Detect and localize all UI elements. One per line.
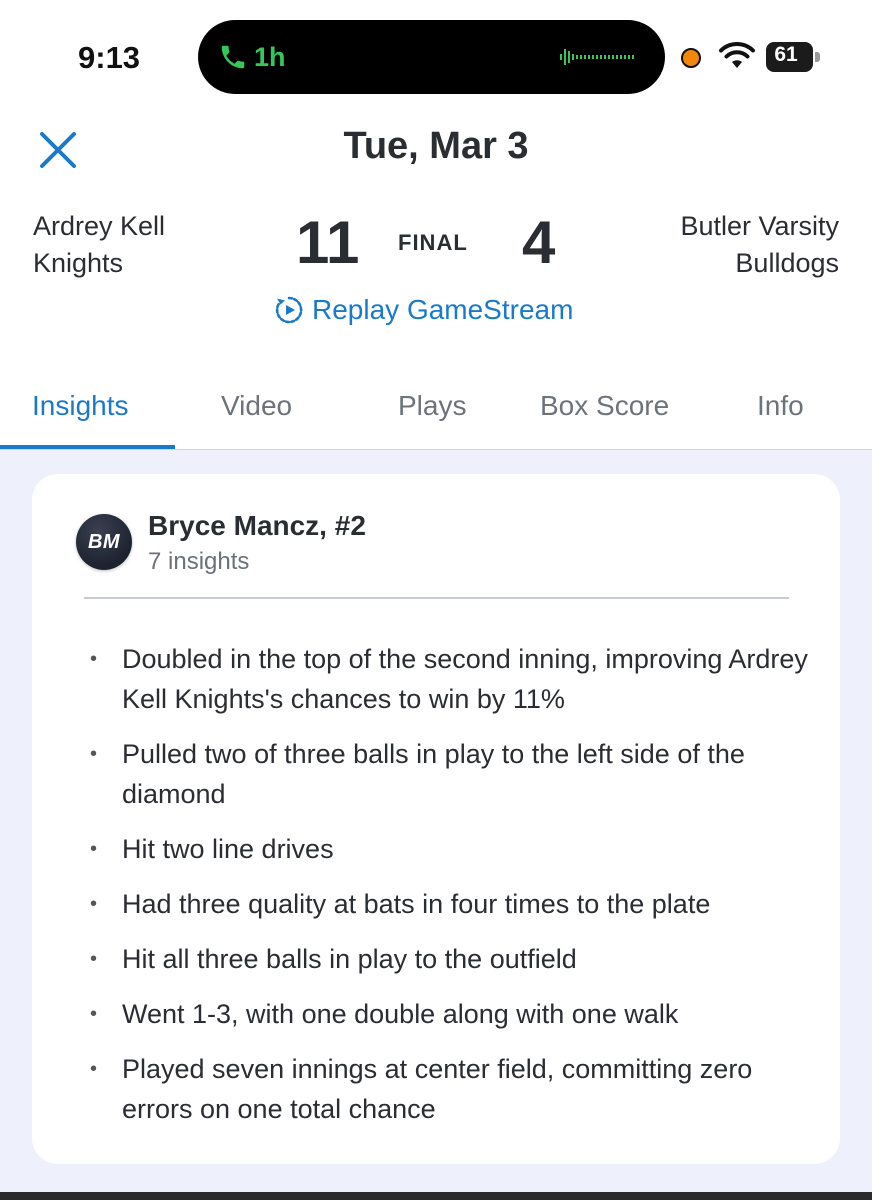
bullet: • xyxy=(90,1058,98,1080)
away-team-score: 4 xyxy=(522,209,556,276)
tab-video[interactable]: Video xyxy=(221,390,292,422)
game-status: FINAL xyxy=(398,230,468,255)
insight-text: Pulled two of three balls in play to the… xyxy=(122,739,745,809)
list-item: • Pulled two of three balls in play to th… xyxy=(90,734,820,814)
tab-insights[interactable]: Insights xyxy=(32,390,129,422)
replay-gamestream-link[interactable]: Replay GameStream xyxy=(274,292,573,328)
player-name[interactable]: Bryce Mancz, #2 xyxy=(148,510,366,542)
insight-text: Went 1-3, with one double along with one… xyxy=(122,999,679,1029)
audio-waveform-icon xyxy=(560,49,634,65)
away-team-line1: Butler Varsity xyxy=(680,211,839,241)
replay-icon xyxy=(275,296,303,324)
game-date: Tue, Mar 3 xyxy=(343,125,529,167)
avatar-initials: BM xyxy=(87,530,121,553)
away-team-line2: Bulldogs xyxy=(735,248,839,278)
phone-icon xyxy=(221,45,245,69)
tab-plays[interactable]: Plays xyxy=(398,390,466,422)
list-item: • Hit all three balls in play to the outf… xyxy=(90,939,820,979)
insight-text: Played seven innings at center field, co… xyxy=(122,1054,753,1124)
divider xyxy=(84,597,789,599)
away-team-name[interactable]: Butler Varsity Bulldogs xyxy=(680,208,839,282)
dynamic-island[interactable]: 1h xyxy=(198,20,665,94)
home-team-line2: Knights xyxy=(33,248,124,278)
wifi-icon xyxy=(719,42,755,68)
close-icon[interactable] xyxy=(36,128,80,172)
bullet: • xyxy=(90,893,98,915)
list-item: • Had three quality at bats in four times… xyxy=(90,884,820,924)
insight-text: Hit two line drives xyxy=(122,834,334,864)
bullet: • xyxy=(90,1003,98,1025)
insight-text: Doubled in the top of the second inning,… xyxy=(122,644,808,714)
status-time: 9:13 xyxy=(78,40,141,75)
list-item: • Hit two line drives xyxy=(90,829,820,869)
replay-label: Replay GameStream xyxy=(312,294,574,325)
battery-level: 61 xyxy=(774,43,798,66)
recording-indicator-icon xyxy=(681,48,701,68)
active-tab-indicator xyxy=(0,445,175,449)
bullet: • xyxy=(90,743,98,765)
list-item: • Went 1-3, with one double along with on… xyxy=(90,994,820,1034)
tab-info[interactable]: Info xyxy=(757,390,804,422)
list-item: • Doubled in the top of the second inning… xyxy=(90,639,820,719)
insight-text: Had three quality at bats in four times … xyxy=(122,889,711,919)
insight-count: 7 insights xyxy=(148,548,250,575)
bullet: • xyxy=(90,648,98,670)
tab-box-score[interactable]: Box Score xyxy=(540,390,669,422)
home-team-line1: Ardrey Kell xyxy=(33,211,166,241)
tab-bar: Insights Video Plays Box Score Info xyxy=(0,380,872,450)
bullet: • xyxy=(90,838,98,860)
player-insight-card: BM Bryce Mancz, #2 7 insights • Doubled i… xyxy=(32,474,840,1164)
avatar[interactable]: BM xyxy=(76,514,132,570)
battery-icon: 61 xyxy=(766,42,820,72)
bottom-edge xyxy=(0,1192,872,1200)
status-bar: 9:13 1h 61 xyxy=(0,0,872,110)
insight-list: • Doubled in the top of the second inning… xyxy=(90,639,820,1144)
home-team-score: 11 xyxy=(296,209,360,276)
list-item: • Played seven innings at center field, c… xyxy=(90,1049,820,1129)
call-duration: 1h xyxy=(254,42,286,72)
insights-panel: BM Bryce Mancz, #2 7 insights • Doubled i… xyxy=(0,450,872,1192)
insight-text: Hit all three balls in play to the outfi… xyxy=(122,944,577,974)
bullet: • xyxy=(90,948,98,970)
home-team-name[interactable]: Ardrey Kell Knights xyxy=(33,208,165,282)
